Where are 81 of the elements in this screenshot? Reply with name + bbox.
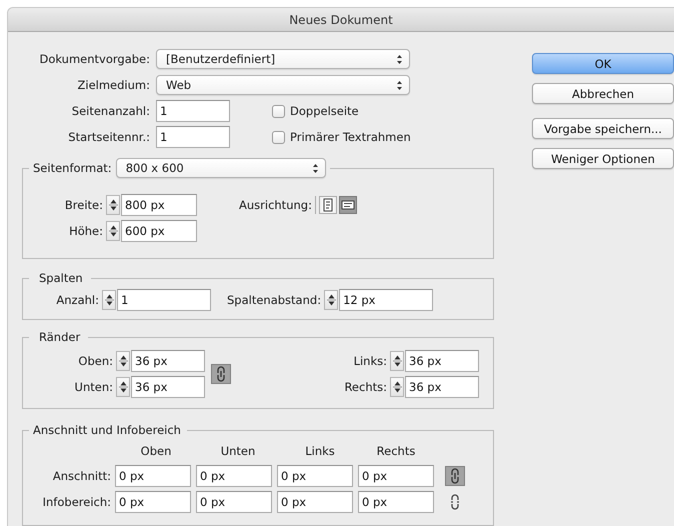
updown-icon	[312, 162, 319, 174]
stepper-arrows-icon	[118, 380, 128, 394]
chain-icon	[450, 494, 460, 510]
checkbox[interactable]	[272, 104, 285, 118]
group-title: Anschnitt und Infobereich	[32, 423, 182, 437]
link-toggle[interactable]	[211, 364, 231, 384]
portrait-button[interactable]	[318, 196, 337, 214]
margin-field[interactable]: 36 px	[405, 376, 479, 398]
chain-icon	[216, 366, 226, 382]
field-label: Unten:	[74, 380, 113, 394]
checkbox-label: Doppelseite	[290, 104, 359, 118]
bleed-field[interactable]: 0 px	[358, 491, 434, 513]
stepper-arrows-icon	[108, 224, 118, 238]
bleed-field[interactable]: 0 px	[196, 491, 272, 513]
field-label: Spaltenabstand:	[227, 293, 322, 307]
stepper-arrows-icon	[118, 354, 128, 368]
dialog-button[interactable]: Vorgabe speichern...	[532, 118, 674, 139]
stepper[interactable]	[390, 351, 404, 371]
window-title: Neues Dokument	[289, 12, 393, 26]
dialog-button[interactable]: Abbrechen	[532, 83, 674, 104]
landscape-page-icon	[340, 198, 355, 212]
field-label: Breite:	[64, 198, 103, 212]
group-title: Spalten	[38, 271, 84, 285]
column-header: Rechts	[376, 444, 416, 458]
stepper[interactable]	[116, 377, 130, 397]
default-button[interactable]: OK	[532, 53, 674, 74]
updown-icon	[396, 80, 403, 90]
stepper[interactable]	[116, 351, 130, 371]
group-label: Seitenformat:	[33, 161, 112, 175]
start-page-field[interactable]: 1	[156, 126, 230, 148]
portrait-page-icon	[320, 198, 335, 212]
page-count-field[interactable]: 1	[156, 100, 230, 122]
link-toggle[interactable]	[445, 466, 465, 486]
bleed-field[interactable]: 0 px	[115, 465, 191, 487]
bleed-field[interactable]: 0 px	[196, 465, 272, 487]
stepper-arrows-icon	[392, 354, 402, 368]
bleed-field[interactable]: 0 px	[358, 465, 434, 487]
field-label: Links:	[352, 354, 387, 368]
field-label: Startseitennr.:	[67, 130, 150, 144]
bleed-field[interactable]: 0 px	[115, 491, 191, 513]
checkbox[interactable]	[272, 130, 285, 144]
group-title: Ränder	[38, 330, 82, 344]
column-header: Links	[304, 444, 336, 458]
size-field[interactable]: 600 px	[121, 220, 197, 242]
page-size-dropdown[interactable]: 800 x 600	[116, 158, 326, 178]
margin-field[interactable]: 36 px	[405, 350, 479, 372]
field-label: Oben:	[77, 354, 113, 368]
field-label: Anschnitt:	[52, 469, 111, 483]
chain-icon	[450, 468, 460, 484]
dialog-button[interactable]: Weniger Optionen	[532, 148, 674, 169]
margin-field[interactable]: 36 px	[131, 376, 205, 398]
landscape-button[interactable]	[338, 196, 357, 214]
stepper-arrows-icon	[392, 380, 402, 394]
column-field[interactable]: 12 px	[339, 289, 434, 311]
field-label: Zielmedium:	[76, 78, 150, 92]
stepper[interactable]	[102, 290, 116, 310]
stepper[interactable]	[324, 290, 338, 310]
stepper[interactable]	[390, 377, 404, 397]
stepper[interactable]	[106, 221, 120, 241]
column-field[interactable]: 1	[117, 289, 211, 311]
size-field[interactable]: 800 px	[121, 194, 197, 216]
field-label: Anzahl:	[55, 293, 99, 307]
updown-icon	[396, 54, 403, 64]
intent-dropdown[interactable]: Web	[156, 75, 410, 95]
checkbox-label: Primärer Textrahmen	[290, 130, 411, 144]
column-header: Oben	[140, 444, 172, 458]
field-label: Dokumentvorgabe:	[38, 52, 150, 66]
field-label: Seitenanzahl:	[70, 104, 150, 118]
bleed-field[interactable]: 0 px	[277, 465, 353, 487]
preset-dropdown[interactable]: [Benutzerdefiniert]	[156, 49, 410, 69]
stepper-arrows-icon	[104, 293, 114, 307]
orientation-label: Ausrichtung:	[239, 198, 312, 212]
stepper-arrows-icon	[326, 293, 336, 307]
stepper[interactable]	[106, 195, 120, 215]
bleed-field[interactable]: 0 px	[277, 491, 353, 513]
field-label: Rechts:	[343, 380, 387, 394]
stepper-arrows-icon	[108, 198, 118, 212]
column-header: Unten	[220, 444, 256, 458]
field-label: Infobereich:	[42, 495, 111, 509]
margin-field[interactable]: 36 px	[131, 350, 205, 372]
field-label: Höhe:	[68, 224, 103, 238]
